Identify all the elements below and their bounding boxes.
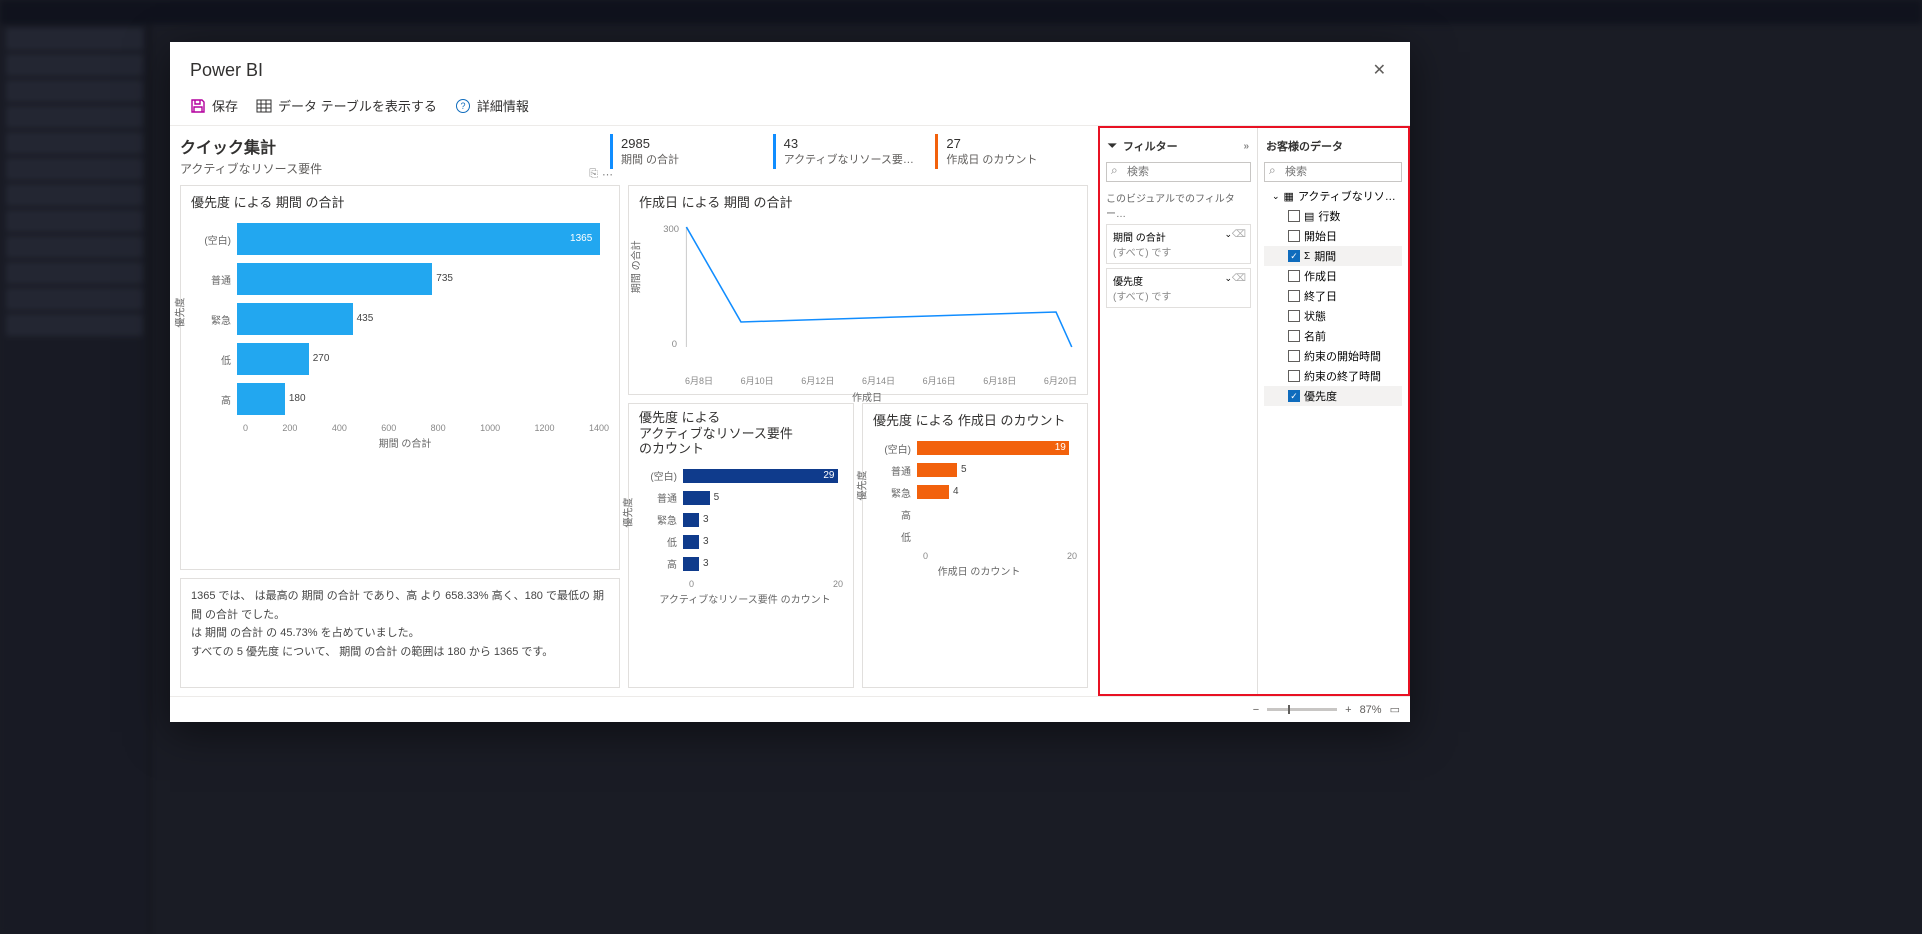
chevron-down-icon[interactable]: ⌄ [1224,229,1232,240]
kpi-active-count[interactable]: 43 アクティブなリソース要… [773,134,926,169]
summary-title: クイック集計 [180,134,600,158]
tree-root[interactable]: ⌄ ▦ アクティブなリソ… [1264,186,1402,206]
zoom-value: 87% [1360,704,1382,716]
close-icon[interactable]: ✕ [1369,56,1390,84]
your-data-panel: お客様のデータ ⌄ ▦ アクティブなリソ… ▤行数 開始日 ✓Σ期間 作成日 終… [1258,128,1408,694]
details-button[interactable]: ? 詳細情報 [455,96,529,115]
zoom-minus[interactable]: − [1253,704,1259,716]
filter-search-input[interactable] [1106,162,1251,182]
field-apptend[interactable]: 約束の終了時間 [1264,366,1402,386]
kpi-duration-sum[interactable]: 2985 期間 の合計 [610,134,763,169]
save-button[interactable]: 保存 [190,96,238,115]
more-icon[interactable]: ⋯ [602,168,613,181]
chevron-down-icon[interactable]: ⌄ [1224,273,1232,284]
zoom-slider[interactable] [1267,708,1337,711]
chart-priority-active-count[interactable]: 優先度 による アクティブなリソース要件 のカウント 優先度 (空白)29普通5… [628,403,854,688]
save-icon [190,98,206,114]
insights-card: 1365 では、 は最高の 期間 の合計 であり、高 より 658.33% 高く… [180,578,620,688]
show-data-table-button[interactable]: データ テーブルを表示する [256,96,437,115]
chart-created-duration[interactable]: 作成日 による 期間 の合計 期間 の合計 300 0 6月8日6月10日6月1… [628,185,1088,395]
collapse-icon[interactable]: » [1243,141,1249,152]
copy-icon[interactable]: ⎘ [589,168,598,181]
eraser-icon[interactable]: ⌫ [1232,229,1246,240]
field-priority[interactable]: ✓優先度 [1264,386,1402,406]
chart-priority-created-count[interactable]: 優先度 による 作成日 のカウント 優先度 (空白)19普通5緊急4高低020作… [862,403,1088,688]
svg-text:300: 300 [663,224,679,234]
filter-card-priority[interactable]: 優先度 (すべて) です ⌄ ⌫ [1106,268,1251,308]
modal-footer: − + 87% ▭ [170,696,1410,722]
info-icon: ? [455,98,471,114]
filter-card-duration[interactable]: 期間 の合計 (すべて) です ⌄ ⌫ [1106,224,1251,264]
field-end[interactable]: 終了日 [1264,286,1402,306]
chart-priority-duration[interactable]: ⎘⋯ 優先度 による 期間 の合計 優先度 (空白)1365普通735緊急435… [180,185,620,570]
field-start[interactable]: 開始日 [1264,226,1402,246]
field-status[interactable]: 状態 [1264,306,1402,326]
save-label: 保存 [212,96,238,115]
field-name[interactable]: 名前 [1264,326,1402,346]
show-data-table-label: データ テーブルを表示する [278,96,437,115]
field-duration[interactable]: ✓Σ期間 [1264,246,1402,266]
field-apptstart[interactable]: 約束の開始時間 [1264,346,1402,366]
filters-panel: ⏷ フィルター » このビジュアルでのフィルター… 期間 の合計 (すべて) で… [1100,128,1258,694]
svg-text:?: ? [460,101,465,111]
kpi-created-count[interactable]: 27 作成日 のカウント [935,134,1088,169]
field-created[interactable]: 作成日 [1264,266,1402,286]
table-icon [256,98,272,114]
svg-text:0: 0 [672,339,677,349]
summary-subtitle: アクティブなリソース要件 [180,160,600,177]
quick-summary: クイック集計 アクティブなリソース要件 [180,134,600,177]
insight-line: 1365 では、 は最高の 期間 の合計 であり、高 より 658.33% 高く… [191,587,609,624]
powerbi-modal: Power BI ✕ 保存 データ テーブルを表示する ? 詳細情報 クイック集… [170,42,1410,722]
details-label: 詳細情報 [477,96,529,115]
field-rows[interactable]: ▤行数 [1264,206,1402,226]
eraser-icon[interactable]: ⌫ [1232,273,1246,284]
chevron-down-icon: ⌄ [1272,191,1280,202]
modal-title: Power BI [190,60,263,81]
table-icon: ▦ [1284,190,1294,203]
zoom-plus[interactable]: + [1345,704,1351,716]
data-search-input[interactable] [1264,162,1402,182]
right-panels-highlight: ⏷ フィルター » このビジュアルでのフィルター… 期間 の合計 (すべて) で… [1098,126,1410,696]
fit-page-icon[interactable]: ▭ [1390,703,1400,716]
insight-line: は 期間 の合計 の 45.73% を占めていました。 [191,624,609,643]
modal-toolbar: 保存 データ テーブルを表示する ? 詳細情報 [170,92,1410,126]
filter-icon: ⏷ [1108,140,1117,153]
insight-line: すべての 5 優先度 について、 期間 の合計 の範囲は 180 から 1365… [191,643,609,662]
